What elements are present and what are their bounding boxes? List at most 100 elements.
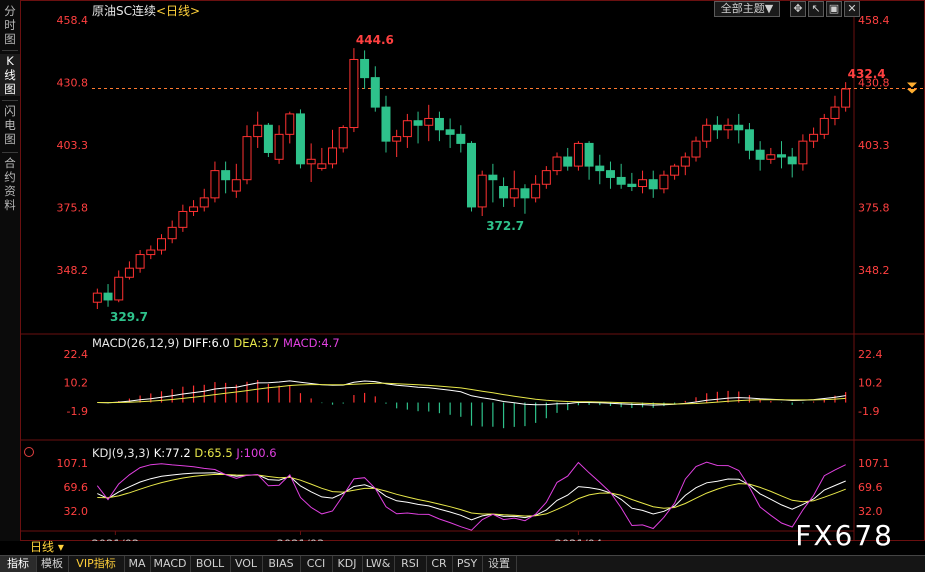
- cursor-icon[interactable]: ↖: [808, 1, 824, 17]
- candle-body: [221, 170, 231, 181]
- indicator-tab-1[interactable]: 模板: [36, 556, 69, 572]
- kdj-header: KDJ(9,3,3) K:77.2 D:65.5 J:100.6: [92, 446, 277, 460]
- close-icon[interactable]: ✕: [844, 1, 860, 17]
- indicator-tab-5[interactable]: BOLL: [190, 556, 231, 572]
- indicator-tab-0[interactable]: 指标: [0, 556, 37, 572]
- candle-body: [92, 292, 102, 303]
- candle-body: [392, 136, 402, 142]
- candle-body: [114, 276, 124, 301]
- period-indicator[interactable]: <日线>: [156, 4, 200, 18]
- candle-body: [798, 140, 808, 165]
- kdj-d-line: [97, 473, 846, 517]
- candle-body: [499, 186, 509, 199]
- price-tick-right: 403.3: [858, 139, 890, 152]
- candle-body: [477, 174, 487, 208]
- indicator-tab-3[interactable]: MA: [124, 556, 151, 572]
- side-tab-0[interactable]: 分时图: [0, 4, 20, 46]
- period-label: 日线: [30, 540, 55, 554]
- candle-body: [712, 124, 722, 131]
- indicator-tab-8[interactable]: CCI: [300, 556, 333, 572]
- macd-dea: DEA:3.7: [233, 336, 280, 350]
- candle-body: [295, 113, 305, 165]
- period-selector[interactable]: 日线 ▾: [30, 538, 64, 555]
- theme-dropdown[interactable]: 全部主题▼: [714, 1, 780, 17]
- candle-body: [124, 267, 134, 278]
- candle-body: [424, 117, 434, 126]
- candle-body: [670, 165, 680, 176]
- indicator-tab-14[interactable]: 设置: [482, 556, 517, 572]
- candle-body: [691, 140, 701, 158]
- macd-tick-right: 10.2: [858, 377, 883, 390]
- candle-body: [402, 120, 412, 138]
- candle-body: [734, 124, 744, 131]
- date-label: 2021/04: [555, 537, 603, 541]
- kdj-tick-left: 32.0: [64, 505, 89, 518]
- kdj-tick-right: 69.6: [858, 481, 883, 494]
- indicator-tab-6[interactable]: VOL: [230, 556, 263, 572]
- candle-body: [787, 156, 797, 165]
- candle-body: [755, 149, 765, 160]
- indicator-tab-10[interactable]: LW&: [362, 556, 395, 572]
- side-tab-1[interactable]: K线图: [0, 54, 20, 96]
- candle-body: [456, 133, 466, 144]
- candle-body: [306, 158, 316, 165]
- candle-body: [563, 156, 573, 167]
- candle-body: [317, 163, 327, 169]
- macd-diff: DIFF:6.0: [183, 336, 230, 350]
- candle-body: [830, 106, 840, 119]
- candle-body: [531, 183, 541, 199]
- price-tick-right: 458.4: [858, 14, 890, 27]
- price-tick-left: 458.4: [57, 14, 89, 27]
- macd-diff-line: [97, 380, 846, 406]
- candle-body: [360, 58, 370, 79]
- indicator-tab-9[interactable]: KDJ: [332, 556, 363, 572]
- candle-body: [445, 129, 455, 135]
- candle-body: [595, 165, 605, 172]
- crosshair-icon[interactable]: ✥: [790, 1, 806, 17]
- candle-body: [274, 133, 284, 160]
- indicator-tab-11[interactable]: RSI: [394, 556, 427, 572]
- candle-body: [552, 156, 562, 172]
- candle-body: [777, 154, 787, 158]
- kdj-tick-left: 69.6: [64, 481, 89, 494]
- candle-body: [370, 77, 380, 108]
- candle-body: [178, 210, 188, 228]
- candle-body: [488, 174, 498, 181]
- side-tab-3[interactable]: 合约资料: [0, 156, 20, 212]
- kdj-label: KDJ(9,3,3): [92, 446, 151, 460]
- indicator-tab-13[interactable]: PSY: [452, 556, 483, 572]
- candle-body: [146, 249, 156, 256]
- settings-dot-icon[interactable]: [24, 447, 34, 457]
- low-annotation: 372.7: [486, 219, 524, 233]
- indicator-tab-4[interactable]: MACD: [150, 556, 191, 572]
- candle-body: [242, 136, 252, 181]
- candle-body: [434, 117, 444, 131]
- candle-body: [338, 127, 348, 149]
- macd-dea-line: [97, 382, 846, 405]
- candle-body: [328, 147, 338, 165]
- candle-body: [381, 106, 391, 142]
- candle-body: [680, 156, 690, 167]
- candle-body: [349, 58, 359, 129]
- kdj-d: D:65.5: [194, 446, 233, 460]
- macd-tick-right: 22.4: [858, 348, 883, 361]
- candle-body: [231, 179, 241, 192]
- chart-title: 原油SC连续<日线>: [92, 2, 200, 19]
- indicator-tab-12[interactable]: CR: [426, 556, 453, 572]
- indicator-tab-2[interactable]: VIP指标: [68, 556, 125, 572]
- candle-body: [638, 179, 648, 188]
- candle-body: [210, 170, 220, 199]
- macd-header: MACD(26,12,9) DIFF:6.0 DEA:3.7 MACD:4.7: [92, 336, 340, 350]
- kdj-tick-left: 107.1: [57, 457, 89, 470]
- last-high-annotation: 432.4: [848, 67, 886, 81]
- macd-tick-left: -1.9: [67, 405, 88, 418]
- side-tab-2[interactable]: 闪电图: [0, 104, 20, 146]
- candle-body: [616, 176, 626, 185]
- candle-body: [509, 188, 519, 199]
- maximize-icon[interactable]: ▣: [826, 1, 842, 17]
- indicator-tab-7[interactable]: BIAS: [262, 556, 301, 572]
- candle-body: [285, 113, 295, 135]
- macd-tick-left: 10.2: [64, 377, 89, 390]
- candle-body: [467, 142, 476, 208]
- candle-body: [648, 179, 658, 190]
